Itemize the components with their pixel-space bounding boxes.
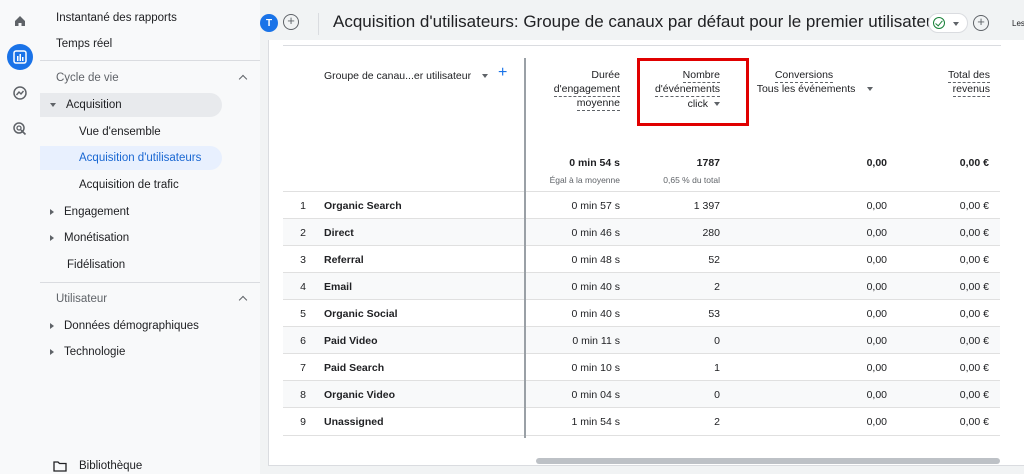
total-events-note: 0,65 % du total bbox=[663, 175, 720, 185]
highlight-box bbox=[637, 58, 749, 126]
nav-traffic-acquisition[interactable]: Acquisition de trafic bbox=[79, 173, 179, 197]
icon-rail bbox=[0, 0, 40, 474]
caret-down-icon bbox=[482, 74, 489, 79]
nav-demographics[interactable]: Données démographiques bbox=[50, 314, 199, 338]
explore-icon[interactable] bbox=[7, 80, 33, 106]
total-revenue: 0,00 € bbox=[959, 157, 989, 169]
table-row[interactable]: 1 Organic Search 0 min 57 s1 397 0,00 0,00 € bbox=[283, 191, 1000, 218]
horizontal-scrollbar[interactable] bbox=[536, 458, 1000, 464]
table-row[interactable]: 5 Organic Social 0 min 40 s 53 0,00 0,00 € bbox=[283, 299, 1000, 326]
total-events: 1787 bbox=[696, 157, 720, 169]
column-header-conversions[interactable]: Conversions Tous les événements bbox=[752, 68, 878, 96]
total-conversions: 0,00 bbox=[866, 157, 887, 169]
table-row[interactable]: 3 Referral 0 min 48 s 52 0,00 0,00 € bbox=[283, 245, 1000, 272]
nav-technology[interactable]: Technologie bbox=[50, 340, 125, 364]
header-right-text: Les bbox=[1012, 19, 1024, 28]
chevron-up-icon bbox=[238, 74, 248, 84]
nav-divider bbox=[40, 282, 260, 283]
table-row[interactable]: 4 Email 0 min 40 s 2 0,00 0,00 € bbox=[283, 272, 1000, 299]
home-icon[interactable] bbox=[7, 8, 33, 34]
add-dimension-button[interactable]: + bbox=[498, 64, 507, 82]
total-duration: 0 min 54 s bbox=[569, 157, 620, 169]
table-row[interactable]: 8 Organic Video 0 min 04 s 0 0,00 0,00 € bbox=[283, 380, 1000, 407]
caret-right-icon bbox=[50, 349, 54, 355]
add-button[interactable]: + bbox=[973, 15, 989, 31]
nav-overview[interactable]: Vue d'ensemble bbox=[79, 120, 161, 144]
advertising-icon[interactable] bbox=[7, 116, 33, 142]
caret-down-icon bbox=[953, 22, 959, 26]
nav-acquisition[interactable]: Acquisition bbox=[40, 93, 222, 117]
folder-icon bbox=[53, 461, 67, 472]
nav-divider bbox=[40, 60, 260, 61]
avatar[interactable]: T bbox=[260, 14, 278, 32]
table-row[interactable]: 2 Direct 0 min 46 s 280 0,00 0,00 € bbox=[283, 218, 1000, 245]
table-row[interactable]: 7 Paid Search 0 min 10 s 1 0,00 0,00 € bbox=[283, 353, 1000, 380]
nav-realtime[interactable]: Temps réel bbox=[56, 32, 112, 56]
nav-engagement[interactable]: Engagement bbox=[50, 200, 129, 224]
column-header-revenue[interactable]: Total des revenus bbox=[920, 68, 990, 97]
dimension-selector[interactable]: Groupe de canau...er utilisateur bbox=[324, 69, 489, 83]
nav-user-acquisition[interactable]: Acquisition d'utilisateurs bbox=[40, 146, 222, 170]
nav-reports-snapshot[interactable]: Instantané des rapports bbox=[56, 6, 177, 30]
library-link[interactable]: Bibliothèque bbox=[53, 460, 142, 472]
check-circle-icon bbox=[933, 17, 945, 29]
nav-section-user[interactable]: Utilisateur bbox=[56, 287, 260, 311]
report-navigation: Instantané des rapports Temps réel Cycle… bbox=[40, 0, 260, 474]
caret-right-icon bbox=[50, 209, 54, 215]
page-title: Acquisition d'utilisateurs: Groupe de ca… bbox=[333, 12, 942, 31]
chevron-up-icon bbox=[238, 295, 248, 305]
nav-section-lifecycle[interactable]: Cycle de vie bbox=[56, 66, 260, 90]
card-top-border bbox=[283, 45, 1001, 46]
caret-right-icon bbox=[50, 323, 54, 329]
caret-down-icon bbox=[867, 87, 874, 92]
nav-retention[interactable]: Fidélisation bbox=[67, 253, 125, 277]
caret-down-icon bbox=[50, 103, 56, 107]
conversion-filter-select[interactable]: Tous les événements bbox=[752, 82, 878, 96]
column-header-engagement[interactable]: Durée d'engagement moyenne bbox=[540, 68, 620, 111]
column-divider bbox=[524, 58, 526, 438]
header-divider bbox=[318, 13, 319, 35]
reports-icon[interactable] bbox=[7, 44, 33, 70]
add-comparison-button[interactable]: + bbox=[283, 14, 299, 30]
total-duration-note: Égal à la moyenne bbox=[549, 175, 620, 185]
report-status-chip[interactable] bbox=[928, 13, 968, 33]
table-row[interactable]: 9 Unassigned 1 min 54 s 2 0,00 0,00 € bbox=[283, 407, 1000, 436]
nav-monetization[interactable]: Monétisation bbox=[50, 226, 129, 250]
table-row[interactable]: 6 Paid Video 0 min 11 s 0 0,00 0,00 € bbox=[283, 326, 1000, 353]
caret-right-icon bbox=[50, 235, 54, 241]
